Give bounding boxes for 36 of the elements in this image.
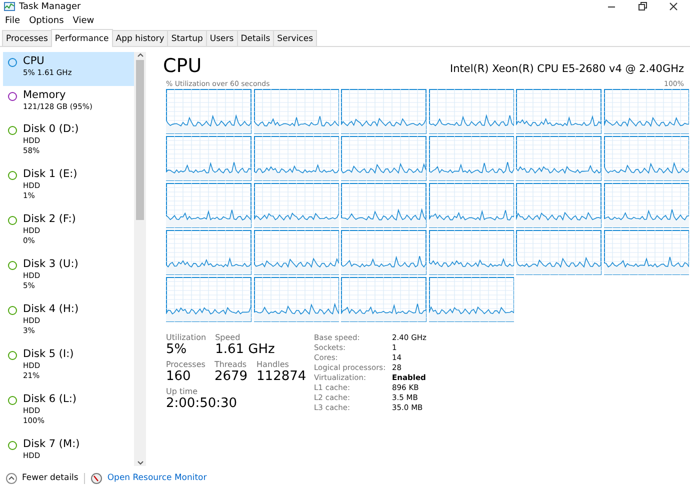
stat-value: 1.61 GHz (215, 342, 275, 357)
stat-label: Speed (215, 333, 242, 342)
stat-value: 2679 (214, 369, 248, 384)
tab[interactable]: Performance (50, 29, 113, 47)
restore-icon[interactable] (638, 2, 647, 11)
gauge-icon (91, 472, 102, 484)
fewer-details-button[interactable]: Fewer details (6, 472, 78, 484)
menu-item[interactable]: View (72, 16, 94, 26)
collapse-icon (6, 472, 17, 484)
cpu-model: Intel(R) Xeon(R) CPU E5-2680 v4 @ 2.40GHz (450, 63, 684, 77)
close-icon[interactable] (669, 2, 678, 11)
scrollbar[interactable] (134, 52, 146, 466)
tab[interactable]: Services (273, 30, 318, 46)
menu-item[interactable]: Options (29, 16, 64, 26)
resource-monitor-link[interactable]: Open Resource Monitor (91, 472, 207, 484)
window-title: Task Manager (19, 2, 82, 12)
tab[interactable]: App history (112, 30, 168, 46)
scroll-up-icon[interactable] (136, 52, 144, 58)
panel-title: CPU (163, 55, 202, 77)
stat-label: Up time (166, 387, 199, 396)
tab[interactable]: Details (236, 30, 274, 46)
stat-label: Processes (166, 360, 206, 369)
tab[interactable]: Startup (167, 30, 207, 46)
tab[interactable]: Processes (2, 30, 52, 46)
stat-value: 160 (166, 369, 192, 384)
task-manager-icon (4, 2, 15, 11)
scroll-down-icon[interactable] (136, 460, 144, 466)
tab[interactable]: Users (206, 30, 238, 46)
stat-label: Utilization (166, 333, 206, 342)
stat-label: Handles (256, 360, 290, 369)
menu-item[interactable]: File (5, 16, 20, 26)
stat-label: Threads (214, 360, 248, 369)
stat-value: 112874 (256, 369, 306, 384)
stat-value: 2:00:50:30 (166, 396, 238, 411)
scrollbar-thumb[interactable] (136, 60, 144, 220)
stat-value: 5% (166, 342, 188, 357)
